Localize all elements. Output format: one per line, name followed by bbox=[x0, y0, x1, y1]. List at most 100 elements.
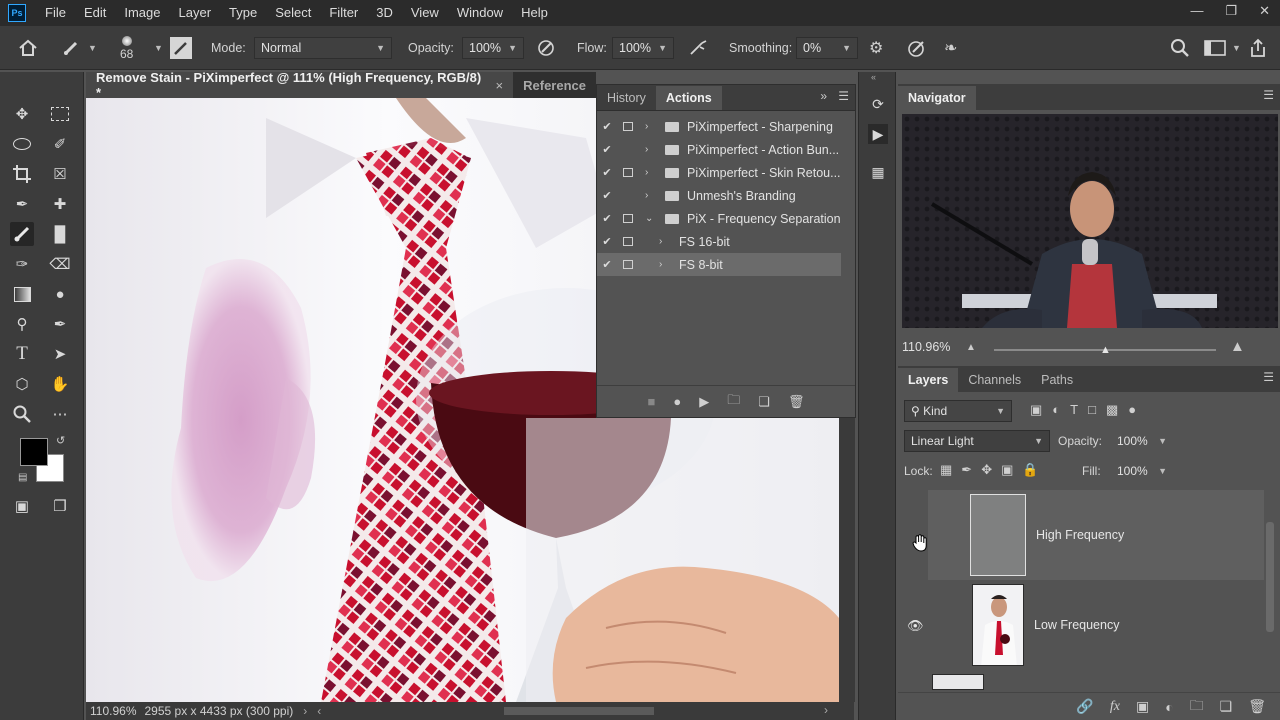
menu-type[interactable]: Type bbox=[220, 0, 266, 26]
action-row[interactable]: ✔ › PiXimperfect - Skin Retou... bbox=[597, 161, 841, 184]
new-group-folder-icon[interactable]: 🗀 bbox=[1190, 695, 1204, 719]
navigator-title[interactable]: Navigator bbox=[898, 86, 976, 110]
lock-all-icon[interactable]: 🔒 bbox=[1022, 462, 1038, 478]
more-tools-icon[interactable]: ⋯ bbox=[48, 402, 72, 426]
tab-layers[interactable]: Layers bbox=[898, 368, 959, 392]
navigator-menu-icon[interactable]: ☰ bbox=[1263, 88, 1274, 102]
menu-3d[interactable]: 3D bbox=[367, 0, 402, 26]
actions-panel-play-icon[interactable]: ▶ bbox=[868, 124, 888, 144]
visibility-eye-icon[interactable]: 👁 bbox=[907, 618, 924, 634]
quick-mask-icon[interactable]: ▣ bbox=[10, 494, 34, 518]
symmetry-butterfly-icon[interactable]: ❧ bbox=[944, 26, 957, 70]
home-icon[interactable] bbox=[18, 26, 38, 70]
flow-field[interactable]: 100% ▼ bbox=[612, 37, 674, 59]
menu-help[interactable]: Help bbox=[512, 0, 557, 26]
action-row[interactable]: ✔ ⌄ PiX - Frequency Separation bbox=[597, 207, 841, 230]
default-colors-icon[interactable]: ▤ bbox=[18, 472, 27, 483]
brush-size-caret-icon[interactable]: ▼ bbox=[154, 43, 163, 53]
airbrush-icon[interactable] bbox=[688, 26, 710, 70]
zoom-in-mountain-icon[interactable]: ▲ bbox=[1230, 338, 1245, 355]
expand-panels-icon[interactable]: « bbox=[871, 72, 876, 82]
chevron-down-icon[interactable]: ⌄ bbox=[645, 213, 659, 224]
action-row[interactable]: ✔ › FS 16-bit bbox=[597, 230, 841, 253]
crop-tool-icon[interactable] bbox=[10, 162, 34, 186]
action-row[interactable]: ✔ › PiXimperfect - Sharpening bbox=[597, 115, 841, 138]
fx-icon[interactable]: fx bbox=[1110, 699, 1120, 715]
toggle-item-check-icon[interactable]: ✔ bbox=[601, 235, 613, 248]
opacity-field[interactable]: 100% ▼ bbox=[462, 37, 524, 59]
toggle-item-check-icon[interactable]: ✔ bbox=[601, 189, 613, 202]
chevron-right-icon[interactable]: › bbox=[645, 121, 659, 132]
hand-tool-icon[interactable]: ✋ bbox=[48, 372, 72, 396]
delete-icon[interactable]: 🗑 bbox=[788, 394, 805, 410]
blur-tool-icon[interactable]: ● bbox=[48, 282, 72, 306]
action-row[interactable]: ✔ › Unmesh's Branding bbox=[597, 184, 841, 207]
tab-paths[interactable]: Paths bbox=[1031, 368, 1083, 392]
gradient-tool-icon[interactable] bbox=[10, 282, 34, 306]
tab-actions[interactable]: Actions bbox=[655, 86, 722, 110]
properties-panel-icon[interactable]: ▦ bbox=[868, 162, 888, 182]
collapse-panel-icon[interactable]: » bbox=[820, 89, 827, 103]
share-icon[interactable] bbox=[1248, 26, 1268, 70]
frame-tool-icon[interactable]: ☒ bbox=[48, 162, 72, 186]
toggle-item-check-icon[interactable]: ✔ bbox=[601, 143, 613, 156]
record-icon[interactable]: ● bbox=[673, 394, 681, 409]
smoothing-settings-gear-icon[interactable]: ⚙ bbox=[869, 26, 883, 70]
scroll-right-icon[interactable]: › bbox=[824, 703, 828, 717]
chevron-right-icon[interactable]: › bbox=[659, 236, 673, 247]
horizontal-scroll-thumb[interactable] bbox=[504, 707, 654, 715]
layer-filter-dropdown[interactable]: ⚲ Kind ▼ bbox=[904, 400, 1012, 422]
chevron-right-icon[interactable]: › bbox=[645, 144, 659, 155]
shape-tool-icon[interactable]: ⬡ bbox=[10, 372, 34, 396]
zoom-out-mountain-icon[interactable]: ▲ bbox=[966, 342, 976, 353]
type-tool-icon[interactable]: T bbox=[10, 342, 34, 366]
pressure-opacity-icon[interactable] bbox=[536, 26, 556, 70]
new-set-folder-icon[interactable]: 🗀 bbox=[727, 391, 740, 413]
brush-settings-icon[interactable] bbox=[170, 26, 192, 70]
link-layers-icon[interactable]: 🔗 bbox=[1076, 698, 1093, 715]
menu-edit[interactable]: Edit bbox=[75, 0, 115, 26]
filter-toggle-icon[interactable]: ● bbox=[1128, 402, 1136, 418]
fill-field[interactable]: 100% ▼ bbox=[1110, 460, 1174, 482]
chevron-right-icon[interactable]: › bbox=[645, 167, 659, 178]
document-tab-active[interactable]: Remove Stain - PiXimperfect @ 111% (High… bbox=[86, 70, 514, 100]
brush-preset-icon[interactable]: ▼ bbox=[62, 26, 97, 70]
canvas-vertical-scrollbar[interactable] bbox=[839, 418, 855, 702]
menu-layer[interactable]: Layer bbox=[170, 0, 221, 26]
menu-window[interactable]: Window bbox=[448, 0, 512, 26]
tab-history[interactable]: History bbox=[597, 86, 656, 110]
close-tab-icon[interactable]: × bbox=[496, 78, 504, 93]
lasso-tool-icon[interactable] bbox=[10, 132, 34, 156]
navigator-zoom[interactable]: 110.96% bbox=[902, 340, 950, 354]
history-panel-icon[interactable]: ⟳ bbox=[868, 94, 888, 114]
quick-selection-tool-icon[interactable]: ✐ bbox=[48, 132, 72, 156]
lock-image-brush-icon[interactable]: ✒ bbox=[961, 462, 972, 478]
healing-brush-tool-icon[interactable]: ✚ bbox=[48, 192, 72, 216]
action-row[interactable]: ✔ › FS 8-bit bbox=[597, 253, 841, 276]
menu-file[interactable]: File bbox=[36, 0, 75, 26]
status-zoom[interactable]: 110.96% bbox=[90, 704, 136, 718]
menu-view[interactable]: View bbox=[402, 0, 448, 26]
pressure-size-icon[interactable] bbox=[906, 26, 928, 70]
screen-mode-icon[interactable]: ❐ bbox=[48, 494, 72, 518]
path-selection-tool-icon[interactable]: ➤ bbox=[48, 342, 72, 366]
filter-type-icon[interactable]: T bbox=[1070, 402, 1078, 418]
layer-row-low-frequency[interactable]: Low Frequency bbox=[928, 580, 1264, 670]
stop-recording-icon[interactable]: ■ bbox=[648, 394, 656, 409]
mode-dropdown[interactable]: Normal ▼ bbox=[254, 37, 392, 59]
filter-pixel-icon[interactable]: ▣ bbox=[1030, 402, 1042, 418]
workspace-icon[interactable]: ▼ bbox=[1204, 26, 1241, 70]
play-selection-icon[interactable]: ▶ bbox=[699, 394, 709, 410]
toggle-dialog-icon[interactable] bbox=[623, 237, 633, 246]
lock-position-icon[interactable]: ✥ bbox=[981, 462, 992, 478]
pen-tool-icon[interactable]: ✒ bbox=[48, 312, 72, 336]
layers-scroll-thumb[interactable] bbox=[1266, 522, 1274, 632]
move-tool-icon[interactable]: ✥ bbox=[10, 102, 34, 126]
document-tab-reference[interactable]: Reference bbox=[513, 72, 596, 98]
status-menu-chevron-icon[interactable]: › bbox=[303, 704, 307, 718]
lock-transparent-icon[interactable]: ▦ bbox=[940, 462, 952, 478]
panel-menu-icon[interactable]: ☰ bbox=[838, 89, 849, 103]
toggle-dialog-icon[interactable] bbox=[623, 214, 633, 223]
menu-select[interactable]: Select bbox=[266, 0, 320, 26]
toggle-item-check-icon[interactable]: ✔ bbox=[601, 166, 613, 179]
